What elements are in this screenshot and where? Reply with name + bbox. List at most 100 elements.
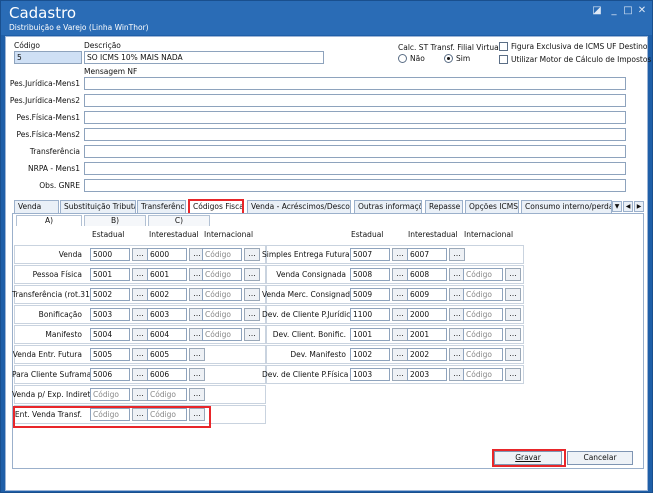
tab-item[interactable]: Opções ICMS: [465, 200, 519, 213]
message-field[interactable]: [84, 111, 626, 124]
lookup-button[interactable]: ...: [244, 248, 260, 261]
message-field[interactable]: [84, 162, 626, 175]
code-estadual-field[interactable]: 5009: [350, 288, 390, 301]
code-interestadual-field[interactable]: 6005: [147, 348, 187, 361]
restore-icon[interactable]: ◪: [590, 5, 604, 17]
lookup-button[interactable]: ...: [189, 368, 205, 381]
lookup-button[interactable]: ...: [132, 368, 148, 381]
subtab-item[interactable]: A): [16, 215, 82, 226]
code-interestadual-field[interactable]: 6006: [147, 368, 187, 381]
message-field[interactable]: [84, 145, 626, 158]
code-estadual-field[interactable]: 1003: [350, 368, 390, 381]
code-internacional-field[interactable]: Código: [202, 248, 242, 261]
descricao-field[interactable]: SO ICMS 10% MAIS NADA: [84, 51, 324, 64]
tab-item[interactable]: Transferência: [137, 200, 186, 213]
code-internacional-field[interactable]: Código: [202, 288, 242, 301]
tab-item[interactable]: Substituição Tributária: [60, 200, 136, 213]
code-interestadual-field[interactable]: 2001: [407, 328, 447, 341]
code-interestadual-field[interactable]: 2003: [407, 368, 447, 381]
code-estadual-field[interactable]: 5000: [90, 248, 130, 261]
code-internacional-field[interactable]: Código: [202, 328, 242, 341]
code-internacional-field[interactable]: Código: [202, 308, 242, 321]
code-estadual-field[interactable]: 5003: [90, 308, 130, 321]
lookup-button[interactable]: ...: [392, 368, 408, 381]
message-field[interactable]: [84, 179, 626, 192]
tabs-dropdown-icon[interactable]: ▼: [612, 201, 622, 212]
lookup-button[interactable]: ...: [132, 248, 148, 261]
subtab-item[interactable]: B): [84, 215, 146, 226]
code-interestadual-field[interactable]: Código: [147, 388, 187, 401]
code-interestadual-field[interactable]: 6009: [407, 288, 447, 301]
code-estadual-field[interactable]: 1002: [350, 348, 390, 361]
maximize-icon[interactable]: □: [621, 5, 635, 17]
code-estadual-field[interactable]: 5005: [90, 348, 130, 361]
code-interestadual-field[interactable]: 6003: [147, 308, 187, 321]
cancelar-button[interactable]: Cancelar: [567, 451, 633, 465]
radio-nao[interactable]: [398, 54, 407, 63]
motor-calculo-checkbox[interactable]: [499, 55, 508, 64]
code-internacional-field[interactable]: Código: [463, 348, 503, 361]
code-interestadual-field[interactable]: 6000: [147, 248, 187, 261]
lookup-button[interactable]: ...: [505, 288, 521, 301]
lookup-button[interactable]: ...: [505, 368, 521, 381]
lookup-button[interactable]: ...: [392, 348, 408, 361]
code-interestadual-field[interactable]: 6008: [407, 268, 447, 281]
tabs-scroll-right-icon[interactable]: ▶: [634, 201, 644, 212]
code-estadual-field[interactable]: 5004: [90, 328, 130, 341]
code-estadual-field[interactable]: 5008: [350, 268, 390, 281]
code-internacional-field[interactable]: Código: [463, 308, 503, 321]
code-estadual-field[interactable]: 1100: [350, 308, 390, 321]
lookup-button[interactable]: ...: [392, 288, 408, 301]
code-interestadual-field[interactable]: 6001: [147, 268, 187, 281]
lookup-button[interactable]: ...: [449, 248, 465, 261]
code-estadual-field[interactable]: 1001: [350, 328, 390, 341]
code-estadual-field[interactable]: 5007: [350, 248, 390, 261]
code-estadual-field[interactable]: Código: [90, 388, 130, 401]
code-interestadual-field[interactable]: 6007: [407, 248, 447, 261]
lookup-button[interactable]: ...: [244, 328, 260, 341]
tab-item[interactable]: Consumo interno/perda/ajuste: [521, 200, 612, 213]
lookup-button[interactable]: ...: [505, 348, 521, 361]
lookup-button[interactable]: ...: [505, 268, 521, 281]
lookup-button[interactable]: ...: [392, 308, 408, 321]
code-interestadual-field[interactable]: 2000: [407, 308, 447, 321]
code-interestadual-field[interactable]: 6004: [147, 328, 187, 341]
lookup-button[interactable]: ...: [244, 288, 260, 301]
lookup-button[interactable]: ...: [244, 268, 260, 281]
figura-exclusiva-checkbox[interactable]: [499, 42, 508, 51]
code-interestadual-field[interactable]: 6002: [147, 288, 187, 301]
message-field[interactable]: [84, 94, 626, 107]
code-interestadual-field[interactable]: 2002: [407, 348, 447, 361]
code-internacional-field[interactable]: Código: [463, 328, 503, 341]
lookup-button[interactable]: ...: [132, 328, 148, 341]
code-estadual-field[interactable]: 5001: [90, 268, 130, 281]
tab-item[interactable]: Repasse: [425, 200, 463, 213]
code-internacional-field[interactable]: Código: [463, 268, 503, 281]
lookup-button[interactable]: ...: [132, 348, 148, 361]
lookup-button[interactable]: ...: [132, 308, 148, 321]
code-internacional-field[interactable]: Código: [463, 368, 503, 381]
code-estadual-field[interactable]: 5006: [90, 368, 130, 381]
radio-sim[interactable]: [444, 54, 453, 63]
lookup-button[interactable]: ...: [132, 268, 148, 281]
code-internacional-field[interactable]: Código: [463, 288, 503, 301]
lookup-button[interactable]: ...: [189, 348, 205, 361]
lookup-button[interactable]: ...: [392, 248, 408, 261]
lookup-button[interactable]: ...: [505, 328, 521, 341]
lookup-button[interactable]: ...: [132, 388, 148, 401]
tabs-scroll-left-icon[interactable]: ◀: [623, 201, 633, 212]
tab-item[interactable]: Venda: [14, 200, 59, 213]
lookup-button[interactable]: ...: [392, 328, 408, 341]
subtab-item[interactable]: C): [148, 215, 210, 226]
minimize-icon[interactable]: _: [607, 5, 621, 17]
message-field[interactable]: [84, 77, 626, 90]
code-estadual-field[interactable]: 5002: [90, 288, 130, 301]
tab-item[interactable]: Venda - Acréscimos/Descontos: [247, 200, 351, 213]
lookup-button[interactable]: ...: [189, 388, 205, 401]
code-internacional-field[interactable]: Código: [202, 268, 242, 281]
close-icon[interactable]: ✕: [635, 5, 649, 17]
codigo-field[interactable]: 5: [14, 51, 82, 64]
message-field[interactable]: [84, 128, 626, 141]
lookup-button[interactable]: ...: [132, 288, 148, 301]
lookup-button[interactable]: ...: [505, 308, 521, 321]
